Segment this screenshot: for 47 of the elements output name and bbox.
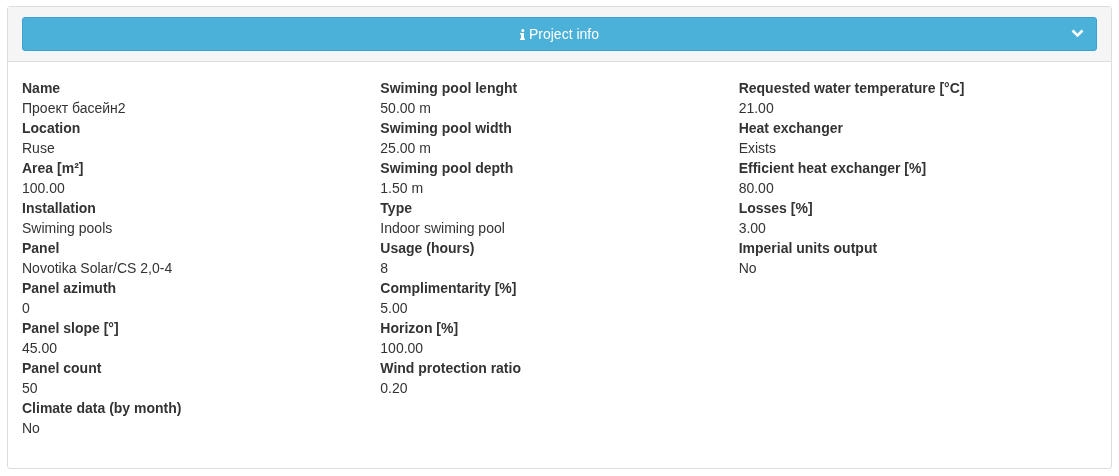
field-value: 100.00	[380, 339, 424, 358]
field-value: Exists	[738, 139, 776, 158]
field-label: Swiming pool width	[380, 119, 512, 138]
field-label: Requested water temperature [°C]	[738, 79, 965, 98]
field-value: Indoor swiming pool	[380, 219, 505, 238]
field-value: 45.00	[22, 339, 58, 358]
field-value: 100.00	[22, 179, 65, 198]
field-value: Novotika Solar/CS 2,0-4	[22, 259, 173, 278]
project-info-button[interactable]: Project info	[22, 17, 1097, 51]
field-label: Wind protection ratio	[380, 359, 521, 378]
info-icon	[519, 28, 525, 40]
field-value: No	[22, 419, 40, 438]
field-label: Location	[22, 119, 81, 138]
field-label: Complimentarity [%]	[380, 279, 517, 298]
field-value: 50.00 m	[380, 99, 431, 118]
field-label: Horizon [%]	[380, 319, 459, 338]
field-label: Panel slope [°]	[22, 319, 119, 338]
field-label: Imperial units output	[738, 239, 878, 258]
field-label: Efficient heat exchanger [%]	[738, 159, 927, 178]
field-label: Name	[22, 79, 61, 98]
field-value: 50	[22, 379, 38, 398]
field-value: 80.00	[738, 179, 774, 198]
field-label: Installation	[22, 199, 96, 218]
field-value: Swiming pools	[22, 219, 113, 238]
field-value: Ruse	[22, 139, 55, 158]
field-value: Проект басейн2	[22, 99, 126, 118]
field-label: Panel azimuth	[22, 279, 117, 298]
field-value: 3.00	[738, 219, 766, 238]
field-label: Climate data (by month)	[22, 399, 182, 418]
field-label: Swiming pool depth	[380, 159, 514, 178]
chevron-icon	[1071, 29, 1084, 38]
field-label: Panel count	[22, 359, 102, 378]
field-label: Area [m²]	[22, 159, 84, 178]
field-value: 8	[380, 259, 389, 278]
field-value: 5.00	[380, 299, 408, 318]
field-value: 0	[22, 299, 30, 318]
field-value: No	[738, 259, 757, 278]
field-value: 1.50 m	[380, 179, 424, 198]
field-value: 0.20	[380, 379, 408, 398]
field-label: Usage (hours)	[380, 239, 475, 258]
field-label: Panel	[22, 239, 60, 258]
field-value: 21.00	[738, 99, 774, 118]
field-label: Type	[380, 199, 412, 218]
field-value: 25.00 m	[380, 139, 431, 158]
field-label: Losses [%]	[738, 199, 813, 218]
field-label: Heat exchanger	[738, 119, 843, 138]
field-label: Swiming pool lenght	[380, 79, 518, 98]
